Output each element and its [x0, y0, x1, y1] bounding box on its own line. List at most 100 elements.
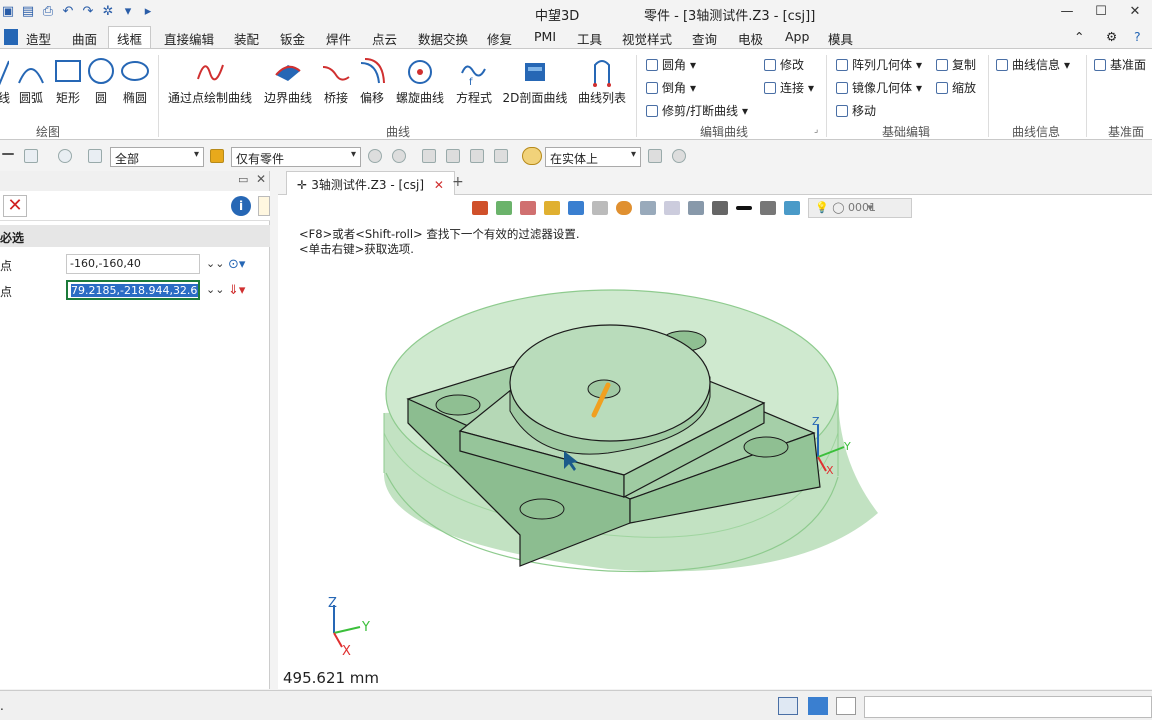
bridge-tool[interactable]: 桥接: [320, 57, 352, 106]
section-view-icon[interactable]: [688, 201, 704, 215]
offset-tool[interactable]: 偏移: [356, 57, 388, 106]
minimize-icon[interactable]: —: [1050, 0, 1084, 24]
datum-plane-tool[interactable]: 基准面: [1094, 56, 1146, 73]
view-orient-icon[interactable]: [640, 201, 656, 215]
rectangle-tool[interactable]: 矩形: [53, 57, 83, 106]
list-icon[interactable]: [836, 697, 856, 715]
layers-icon[interactable]: [784, 201, 800, 215]
render-icon[interactable]: [616, 201, 632, 215]
display-icon[interactable]: [712, 201, 728, 215]
boundary-curve-tool[interactable]: 边界曲线: [262, 57, 314, 106]
menu-item-query[interactable]: 查询: [692, 29, 717, 48]
on-solid-select[interactable]: 在实体上: [545, 147, 641, 167]
maximize-icon[interactable]: ☐: [1084, 0, 1118, 24]
2d-section-curve-tool[interactable]: 2D剖面曲线: [502, 57, 568, 106]
curve-through-points-tool[interactable]: 通过点绘制曲线: [166, 57, 254, 106]
copy-tool[interactable]: 复制: [936, 56, 976, 73]
collapse-ribbon-icon[interactable]: ⌃: [1074, 29, 1084, 44]
part-filter-icon[interactable]: [210, 149, 224, 163]
save-icon[interactable]: ▤: [20, 4, 36, 20]
filter-all-select[interactable]: 全部: [110, 147, 204, 167]
pencil-icon[interactable]: [520, 201, 536, 215]
fit-view-icon[interactable]: [664, 201, 680, 215]
menu-item-data-exchange[interactable]: 数据交换: [418, 29, 468, 48]
pin-icon[interactable]: ▭: [238, 173, 248, 186]
select-box-icon[interactable]: [24, 149, 38, 163]
menu-item-repair[interactable]: 修复: [487, 29, 512, 48]
document-tab[interactable]: ✛ 3轴测试件.Z3 - [csj] ✕: [286, 171, 455, 195]
tab-close-icon[interactable]: ✕: [434, 178, 444, 192]
redo-icon[interactable]: ↷: [80, 4, 96, 20]
modify-tool[interactable]: 修改: [764, 56, 804, 73]
trim-break-tool[interactable]: 修剪/打断曲线 ▾: [646, 102, 748, 119]
menu-item-mold[interactable]: 模具: [828, 29, 853, 48]
point1-input[interactable]: -160,-160,40: [66, 254, 200, 274]
chevron-down-icon[interactable]: ⌄⌄: [206, 257, 224, 270]
arc-tool[interactable]: 圆弧: [16, 57, 46, 106]
part-only-select[interactable]: 仅有零件: [231, 147, 361, 167]
menu-item-direct-edit[interactable]: 直接编辑: [164, 29, 214, 48]
color-swatch-icon[interactable]: [760, 201, 776, 215]
undo-icon[interactable]: ↶: [60, 4, 76, 20]
chevron-down-icon[interactable]: ⌄⌄: [206, 283, 224, 296]
info-icon[interactable]: i: [231, 196, 251, 216]
layer-select[interactable]: 💡 ◯ 0001 ▾: [808, 198, 912, 218]
app-menu-icon[interactable]: [4, 29, 18, 45]
close-icon[interactable]: ✕: [1118, 0, 1152, 24]
menu-item-assembly[interactable]: 装配: [234, 29, 259, 48]
chamfer-tool[interactable]: 倒角 ▾: [646, 79, 696, 96]
layout-icon[interactable]: [778, 697, 798, 715]
cancel-x-icon[interactable]: ✕: [3, 195, 27, 217]
box-icon[interactable]: [544, 201, 560, 215]
point-picker-icon[interactable]: ⊙▾: [228, 257, 245, 272]
lasso-icon[interactable]: [58, 149, 72, 163]
open-folder-icon[interactable]: ▣: [0, 4, 16, 20]
options-gear-icon[interactable]: ⚙: [1106, 29, 1117, 44]
print-icon[interactable]: ⎙: [40, 4, 56, 20]
settings-gear-icon[interactable]: ✲: [100, 4, 116, 20]
line-weight-icon[interactable]: [736, 206, 752, 210]
layer-icon[interactable]: [496, 201, 512, 215]
curve-info-tool[interactable]: 曲线信息 ▾: [996, 56, 1070, 73]
menu-item-visual-style[interactable]: 视觉样式: [622, 29, 672, 48]
ellipse-tool[interactable]: 椭圆: [120, 57, 150, 106]
cube-icon[interactable]: [568, 201, 584, 215]
menu-item-app[interactable]: App: [785, 29, 809, 44]
menu-item-electrode[interactable]: 电极: [738, 29, 763, 48]
menu-item-pmi[interactable]: PMI: [534, 29, 556, 44]
helix-curve-tool[interactable]: 螺旋曲线: [394, 57, 446, 106]
panel-close-icon[interactable]: ✕: [256, 172, 266, 186]
fillet-tool[interactable]: 圆角 ▾: [646, 56, 696, 73]
menu-item-sheet-metal[interactable]: 钣金: [280, 29, 305, 48]
point-picker-icon[interactable]: ⇓▾: [228, 283, 245, 298]
menu-item-surface[interactable]: 曲面: [72, 29, 97, 48]
equation-tool[interactable]: f 方程式: [454, 57, 494, 106]
dialog-launcher-icon[interactable]: ⌟: [814, 125, 818, 135]
run-icon[interactable]: ▸: [140, 4, 156, 20]
filter-icon[interactable]: [88, 149, 102, 163]
line-tool[interactable]: 线: [0, 57, 10, 106]
fillet-icon: [646, 58, 658, 71]
exit-icon[interactable]: [472, 201, 488, 215]
menu-item-tools[interactable]: 工具: [577, 29, 602, 48]
menu-item-wireframe[interactable]: 线框: [108, 26, 152, 48]
dropdown-icon[interactable]: ▾: [120, 4, 136, 20]
mirror-geometry-tool[interactable]: 镜像几何体 ▾: [836, 79, 922, 96]
connect-tool[interactable]: 连接 ▾: [764, 79, 814, 96]
scale-tool[interactable]: 缩放: [936, 79, 976, 96]
pattern-geometry-tool[interactable]: 阵列几何体 ▾: [836, 56, 922, 73]
wire-cube-icon[interactable]: [592, 201, 608, 215]
command-input[interactable]: [864, 696, 1152, 718]
monitor-icon[interactable]: [808, 697, 828, 715]
circle-tool[interactable]: 圆: [87, 57, 115, 106]
curve-list-tool[interactable]: 曲线列表: [576, 57, 628, 106]
help-icon[interactable]: ?: [1134, 29, 1141, 44]
menu-item-modeling[interactable]: 造型: [26, 29, 51, 48]
point2-input[interactable]: 79.2185,-218.944,32.6387: [66, 280, 200, 300]
menu-item-weldment[interactable]: 焊件: [326, 29, 351, 48]
move-tool[interactable]: 移动: [836, 102, 876, 119]
expand-icon[interactable]: [258, 196, 270, 216]
snap-icon[interactable]: [522, 147, 542, 165]
menu-item-point-cloud[interactable]: 点云: [372, 29, 397, 48]
new-tab-icon[interactable]: +: [452, 174, 464, 190]
